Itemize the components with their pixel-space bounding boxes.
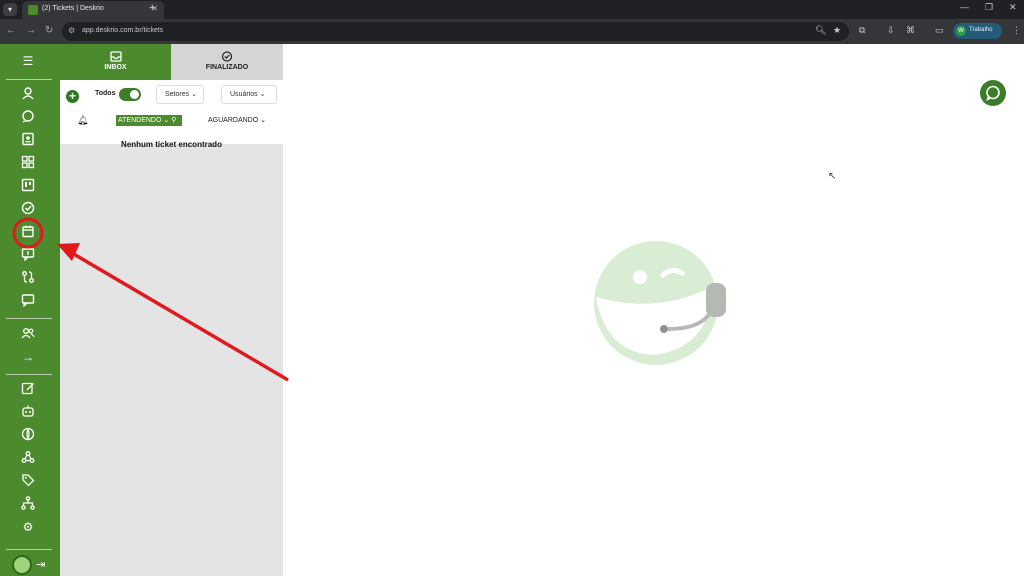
add-ticket-button[interactable]: + [66,90,79,103]
status-atendendo-label: ATENDENDO [118,117,162,124]
flow-icon[interactable] [20,270,36,286]
profile-button[interactable]: W Trabalho [953,23,1002,39]
browser-chrome: ▾ (2) Tickets | Deskrio ✕ + — ❐ ✕ ← → ↻ … [0,0,1024,44]
integration-icon[interactable] [20,427,36,443]
reload-icon[interactable]: ↻ [45,25,53,36]
hierarchy-icon[interactable] [20,496,36,512]
forward-icon[interactable]: → [26,25,36,36]
tab-finalizado[interactable]: FINALIZADO [171,44,283,80]
restore-icon[interactable]: ❐ [985,2,993,13]
users-icon[interactable] [20,326,36,342]
todos-toggle[interactable] [119,88,141,101]
app-sidebar: ☰ → ⚙ ⇥ [0,44,60,576]
usuarios-select[interactable]: Usuários ⌄ [221,85,277,104]
status-filter-atendendo[interactable]: ATENDENDO ⌄ ⚲ [116,115,182,126]
todos-label: Todos [95,90,116,97]
settings-icon[interactable]: ⚙ [20,519,36,535]
tags-icon[interactable] [20,473,36,489]
profile-label: Trabalho [969,27,993,33]
tab-search-icon[interactable]: ▾ [3,3,17,16]
dashboard-icon[interactable] [20,155,36,171]
url-text[interactable]: app.deskrio.com.br/tickets [82,27,163,34]
new-tab-icon[interactable]: + [149,2,155,14]
filter-bar: + Todos Setores ⌄ Usuários ⌄ [60,80,283,144]
contacts-icon[interactable] [20,132,36,148]
browser-toolbar: ← → ↻ ⚙ app.deskrio.com.br/tickets 🔍︎ ★ … [0,19,1024,44]
usuarios-label: Usuários [230,91,258,98]
cast-icon[interactable]: ▭ [935,25,944,36]
menu-icon[interactable]: ☰ [20,53,36,69]
chevron-down-icon: ⌄ [259,91,266,98]
site-info-icon[interactable]: ⚙ [68,26,75,35]
arrow-right-icon[interactable]: → [20,349,36,365]
bot-icon[interactable] [20,404,36,420]
chat-fab-button[interactable] [980,80,1006,106]
quick-reply-icon[interactable] [20,247,36,263]
address-bar[interactable]: ⚙ app.deskrio.com.br/tickets 🔍︎ ★ [62,22,849,41]
favicon-icon [28,5,38,15]
edit-icon[interactable] [20,381,36,397]
tab-finalizado-label: FINALIZADO [205,64,249,71]
browser-menu-icon[interactable]: ⋮ [1012,25,1021,36]
setores-select[interactable]: Setores ⌄ [156,85,204,104]
ticket-panel: INBOX FINALIZADO + Todos Setores ⌄ Usuár… [60,44,283,576]
zoom-icon[interactable]: 🔍︎ [815,25,826,36]
inbox-icon [109,51,122,62]
translate-icon[interactable]: ⌘ [906,25,915,36]
notification-bell-icon[interactable]: 🔔︎ [77,115,88,126]
empty-state-message: Nenhum ticket encontrado [121,140,222,149]
user-icon[interactable] [20,86,36,102]
profile-avatar: W [956,26,966,36]
webhook-icon[interactable] [20,450,36,466]
calendar-icon[interactable] [20,224,36,240]
chat-bubble-icon [986,85,1000,101]
toggle-knob [130,90,139,99]
download-icon[interactable]: ⇩ [887,25,895,36]
chevron-down-icon: ⌄ [191,91,197,98]
back-icon[interactable]: ← [6,25,16,36]
close-window-icon[interactable]: ✕ [1009,2,1017,13]
tab-title: (2) Tickets | Deskrio [42,5,104,12]
minimize-icon[interactable]: — [960,2,969,12]
extensions-icon[interactable]: ⧉ [859,25,865,36]
sidebar-divider [6,318,52,319]
tab-strip: ▾ (2) Tickets | Deskrio ✕ + — ❐ ✕ [0,0,1024,19]
chat-icon[interactable] [20,109,36,125]
sidebar-divider [6,79,52,80]
kanban-icon[interactable] [20,178,36,194]
mouse-cursor-icon: ↖ [828,171,837,182]
status-aguardando-label: AGUARDANDO [208,117,259,124]
chevron-down-icon: ⌄ [260,117,267,124]
avatar[interactable] [12,555,32,575]
main-content: ↖ [283,44,1024,576]
browser-tab[interactable]: (2) Tickets | Deskrio ✕ [22,1,164,19]
sidebar-divider [6,549,52,550]
feedback-icon[interactable] [20,293,36,309]
mascot-illustration [594,241,726,365]
check-circle-icon [221,51,233,62]
sidebar-divider [6,374,52,375]
check-circle-icon[interactable] [20,201,36,217]
status-filter-aguardando[interactable]: AGUARDANDO ⌄ [208,116,266,124]
logout-icon[interactable]: ⇥ [36,558,45,571]
chevron-down-icon: ⌄ [163,117,170,124]
setores-label: Setores [165,91,190,98]
search-icon[interactable]: ⚲ [171,117,176,124]
tab-inbox[interactable]: INBOX [60,44,171,80]
bookmark-star-icon[interactable]: ★ [833,25,841,36]
tab-inbox-label: INBOX [104,64,127,71]
